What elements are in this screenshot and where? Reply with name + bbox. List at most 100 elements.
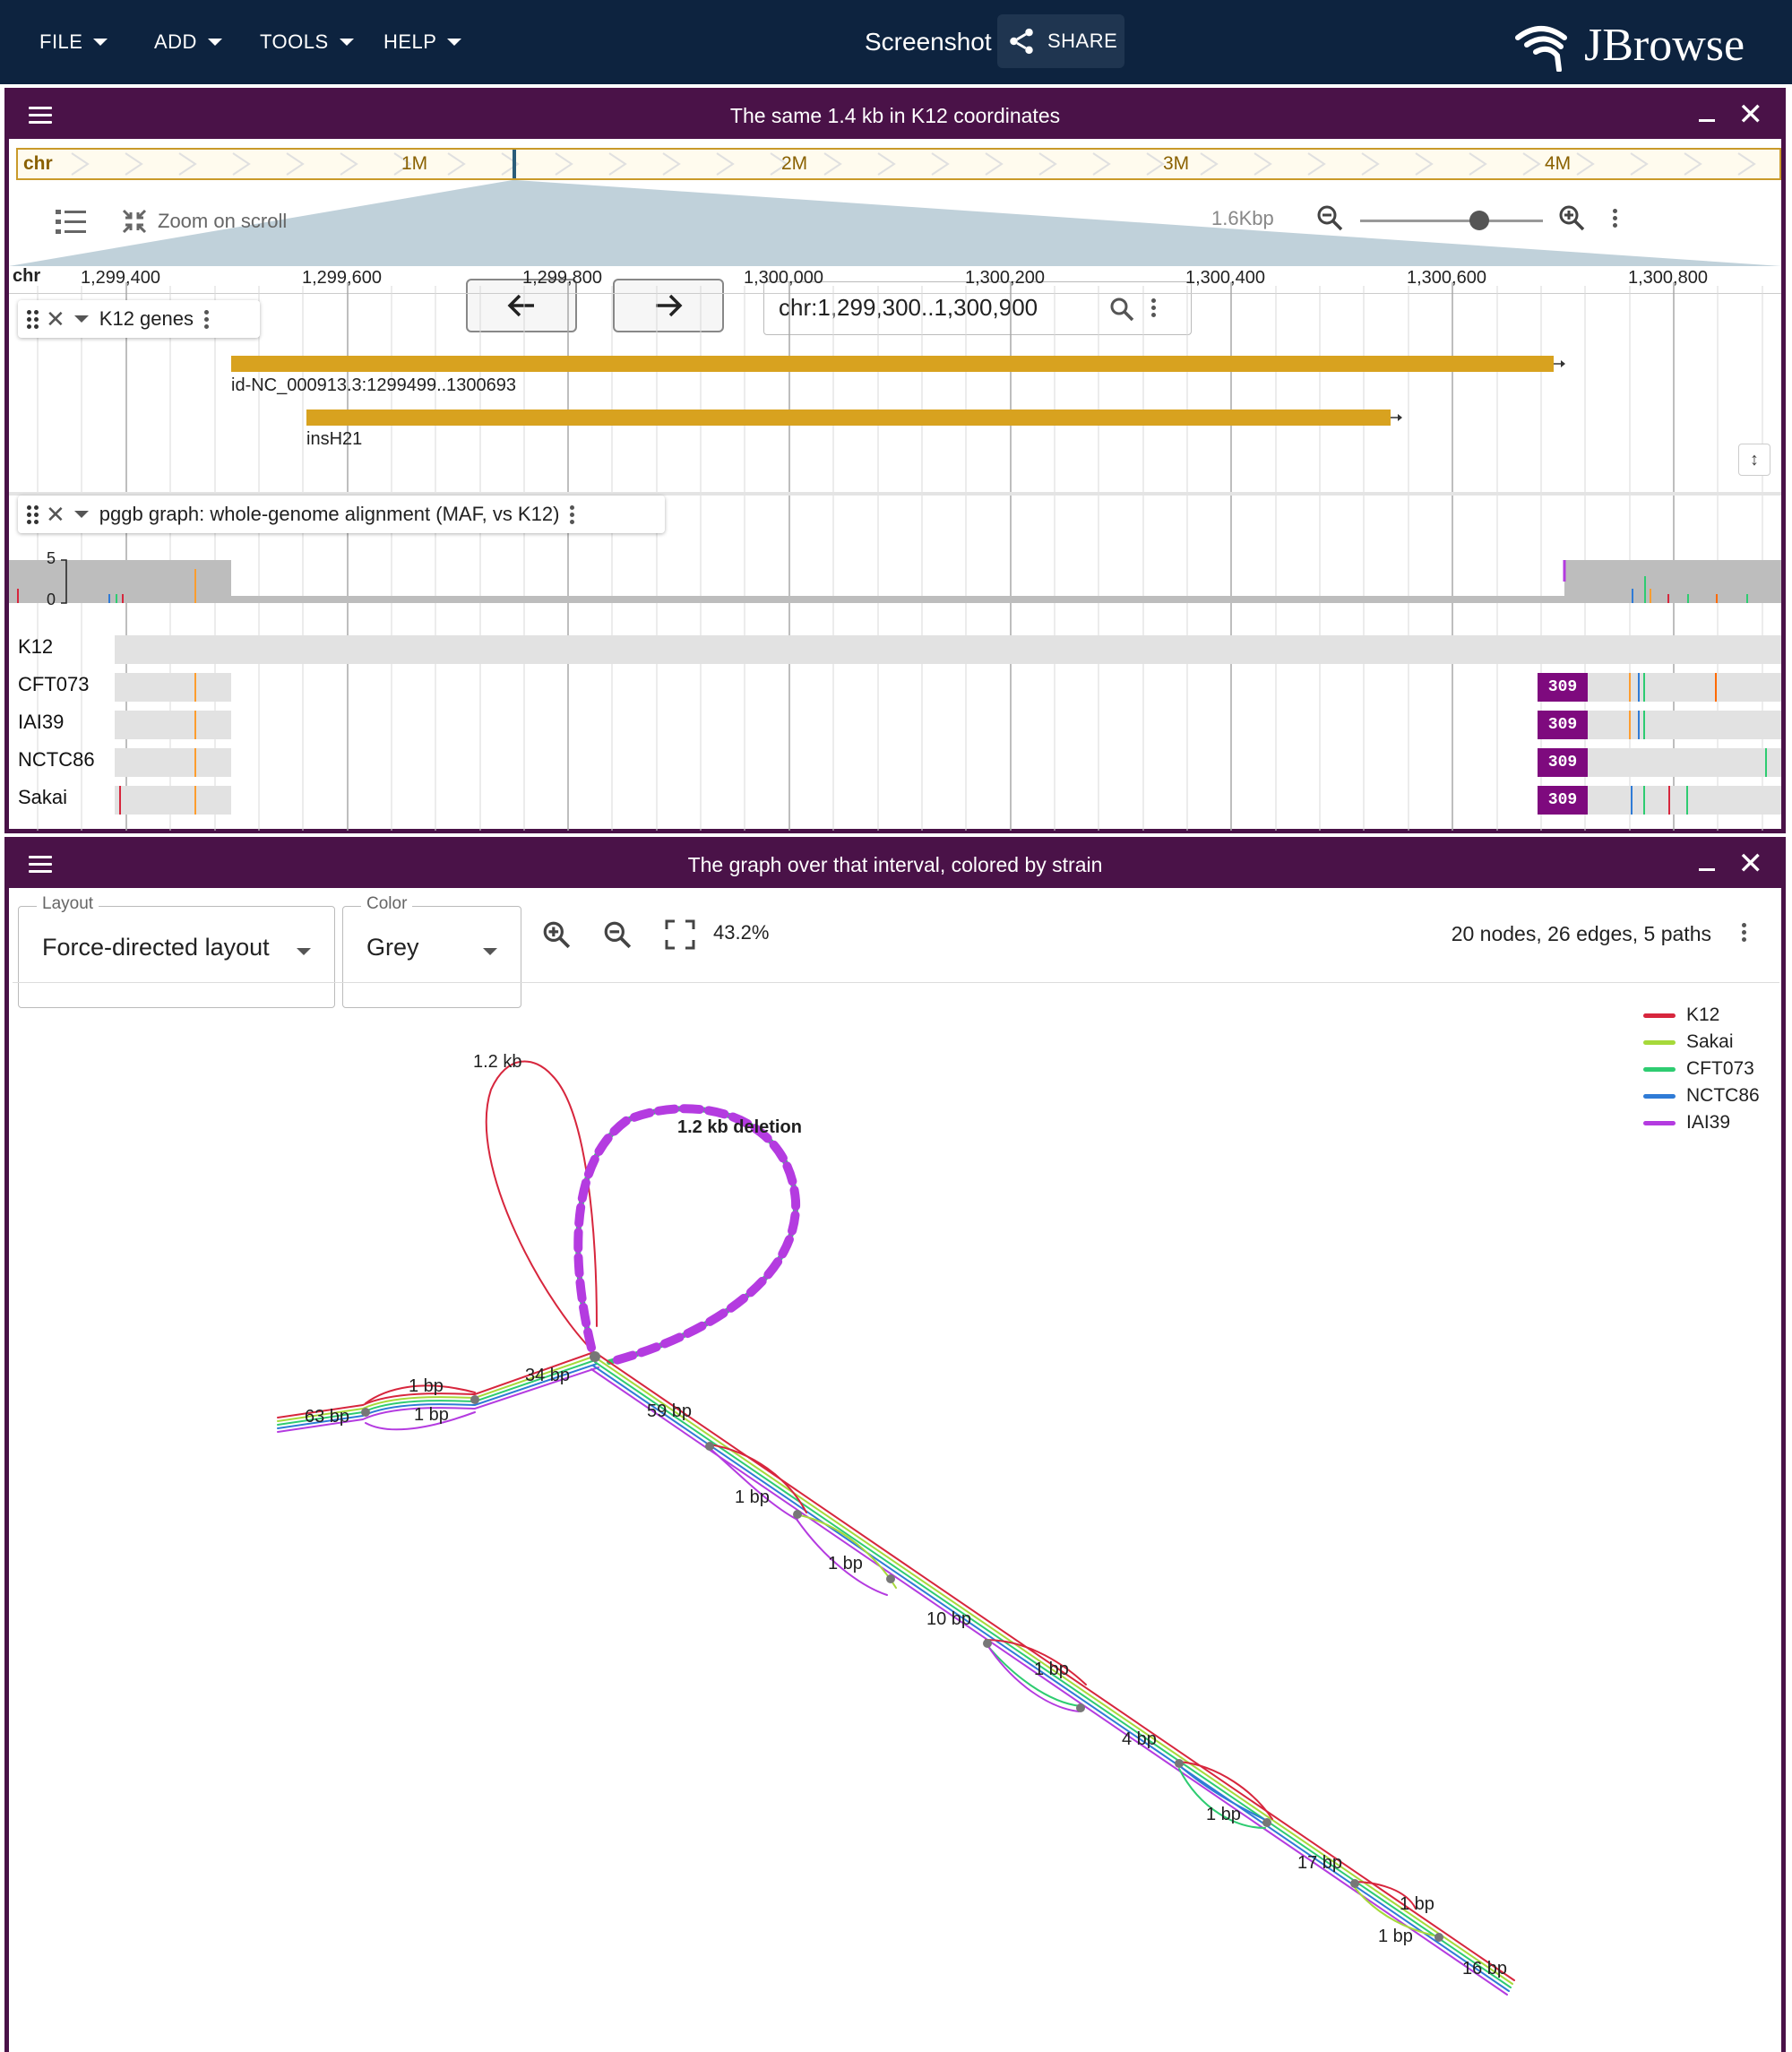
mismatch-mark [194, 711, 196, 739]
node-label[interactable]: 1 bp [409, 1376, 444, 1397]
track-selector-icon[interactable] [56, 207, 88, 242]
graph-canvas[interactable] [13, 984, 1779, 2052]
row-label-sakai: Sakai [18, 786, 68, 808]
mismatch-mark [1631, 786, 1633, 815]
track-label-k12-genes[interactable]: ✕ K12 genes [18, 300, 260, 338]
node-markers [361, 1351, 1443, 1942]
alignment-row-cft073[interactable] [115, 673, 231, 702]
color-select-value: Grey [366, 934, 419, 961]
alignment-row-nctc86-right[interactable] [1588, 748, 1781, 777]
node-label[interactable]: 1 bp [1206, 1805, 1241, 1825]
fit-to-screen-icon[interactable] [665, 919, 695, 950]
node-label[interactable]: 17 bp [1297, 1853, 1342, 1874]
deletion-loop-path [575, 1106, 799, 1365]
node-label[interactable]: 34 bp [525, 1366, 570, 1386]
mismatch-mark [1765, 748, 1767, 777]
node-label[interactable]: 16 bp [1462, 1959, 1507, 1979]
minimize-icon[interactable] [1699, 868, 1715, 871]
alignment-row-nctc86[interactable] [115, 748, 231, 777]
ruler-tick-label: 1,300,200 [965, 268, 1045, 288]
layout-select-label: Layout [37, 894, 99, 914]
node-label[interactable]: 1 bp [1034, 1660, 1069, 1680]
graph-zoom-in-icon[interactable] [541, 919, 572, 950]
node-label[interactable]: 1.2 kb [473, 1052, 521, 1073]
track-menu-icon[interactable] [570, 504, 575, 524]
mismatch-mark [1629, 673, 1631, 702]
mismatch-mark [1638, 673, 1640, 702]
node-label[interactable]: 63 bp [305, 1407, 349, 1427]
logo-text: JBrowse [1584, 19, 1745, 71]
track-name: K12 genes [99, 307, 194, 330]
track-height-toggle[interactable]: ↕ [1738, 444, 1770, 476]
mismatch-mark [1715, 673, 1717, 702]
share-label: SHARE [1047, 30, 1118, 52]
jbrowse-logo-icon [1515, 26, 1567, 72]
session-title[interactable]: Screenshot [865, 0, 992, 84]
node-label[interactable]: 1.2 kb deletion [677, 1117, 802, 1138]
node-label[interactable]: 4 bp [1122, 1729, 1157, 1750]
node-label[interactable]: 1 bp [828, 1554, 863, 1574]
node-label[interactable]: 10 bp [926, 1609, 971, 1630]
coverage-plot[interactable] [9, 558, 1781, 612]
file-menu-label: FILE [39, 30, 83, 53]
ruler-tick-label: 1,300,400 [1185, 268, 1265, 288]
alignment-row-iai39-right[interactable] [1588, 711, 1781, 739]
color-select-label: Color [361, 894, 413, 914]
graph-options-icon[interactable] [1742, 923, 1746, 942]
help-menu[interactable]: HELP [383, 0, 462, 84]
ruler-ref-name: chr [13, 266, 41, 286]
mismatch-mark [194, 786, 196, 815]
view-title[interactable]: The graph over that interval, colored by… [9, 841, 1781, 888]
gene-feature[interactable] [306, 410, 1391, 426]
drag-handle-icon[interactable] [27, 504, 39, 524]
close-icon[interactable]: ✕ [1738, 849, 1764, 879]
track-menu-icon[interactable] [204, 309, 209, 329]
node-label[interactable]: 59 bp [647, 1401, 692, 1422]
view-options-icon[interactable] [1613, 209, 1617, 228]
graph-zoom-out-icon[interactable] [602, 919, 633, 950]
compress-icon [122, 209, 147, 234]
alignment-row-iai39[interactable] [115, 711, 231, 739]
zoom-slider-thumb[interactable] [1469, 211, 1489, 230]
share-button[interactable]: SHARE [997, 14, 1124, 68]
collapse-track-icon[interactable] [73, 511, 89, 518]
alignment-row-k12[interactable] [115, 635, 1781, 664]
zoom-on-scroll-toggle[interactable]: Zoom on scroll [120, 207, 287, 236]
track-label-pggb-alignment[interactable]: ✕ pggb graph: whole-genome alignment (MA… [18, 496, 665, 533]
alignment-row-cft073-right[interactable] [1588, 673, 1781, 702]
tools-menu-label: TOOLS [260, 30, 329, 53]
add-menu-label: ADD [154, 30, 197, 53]
node-label[interactable]: 1 bp [735, 1487, 770, 1508]
drag-handle-icon[interactable] [27, 309, 39, 329]
alignment-row-sakai-right[interactable] [1588, 786, 1781, 815]
close-track-icon[interactable]: ✕ [46, 501, 65, 529]
gene-feature[interactable] [231, 356, 1554, 372]
zoom-out-icon[interactable] [1315, 203, 1344, 232]
node-label[interactable]: 1 bp [414, 1405, 449, 1426]
zoom-slider[interactable] [1360, 211, 1543, 230]
row-label-k12: K12 [18, 635, 54, 658]
strand-arrow-icon [1391, 414, 1402, 421]
insertion-badge[interactable]: 309 [1538, 673, 1588, 702]
close-track-icon[interactable]: ✕ [46, 306, 65, 333]
insertion-badge[interactable]: 309 [1538, 786, 1588, 815]
collapse-track-icon[interactable] [73, 315, 89, 323]
add-menu[interactable]: ADD [154, 0, 222, 84]
zoom-in-icon[interactable] [1557, 203, 1586, 232]
span-readout: 1.6Kbp [1211, 207, 1274, 229]
node-label[interactable]: 1 bp [1378, 1927, 1413, 1947]
alignment-row-sakai[interactable] [115, 786, 231, 815]
insertion-badge[interactable]: 309 [1538, 748, 1588, 777]
gene-feature-label: insH21 [306, 429, 363, 449]
insertion-badge[interactable]: 309 [1538, 711, 1588, 739]
linear-genome-view: The same 1.4 kb in K12 coordinates ✕ chr… [4, 88, 1786, 833]
strand-arrow-icon [1554, 360, 1565, 367]
gene-feature-label: id-NC_000913.3:1299499..1300693 [231, 375, 517, 395]
ruler-tick-label: 1,299,800 [522, 268, 602, 288]
file-menu[interactable]: FILE [39, 0, 108, 84]
tools-menu[interactable]: TOOLS [260, 0, 354, 84]
jbrowse-logo: JBrowse [1514, 18, 1745, 72]
chevron-down-icon [339, 39, 354, 46]
grid-lines [37, 282, 1763, 831]
node-label[interactable]: 1 bp [1400, 1894, 1434, 1915]
